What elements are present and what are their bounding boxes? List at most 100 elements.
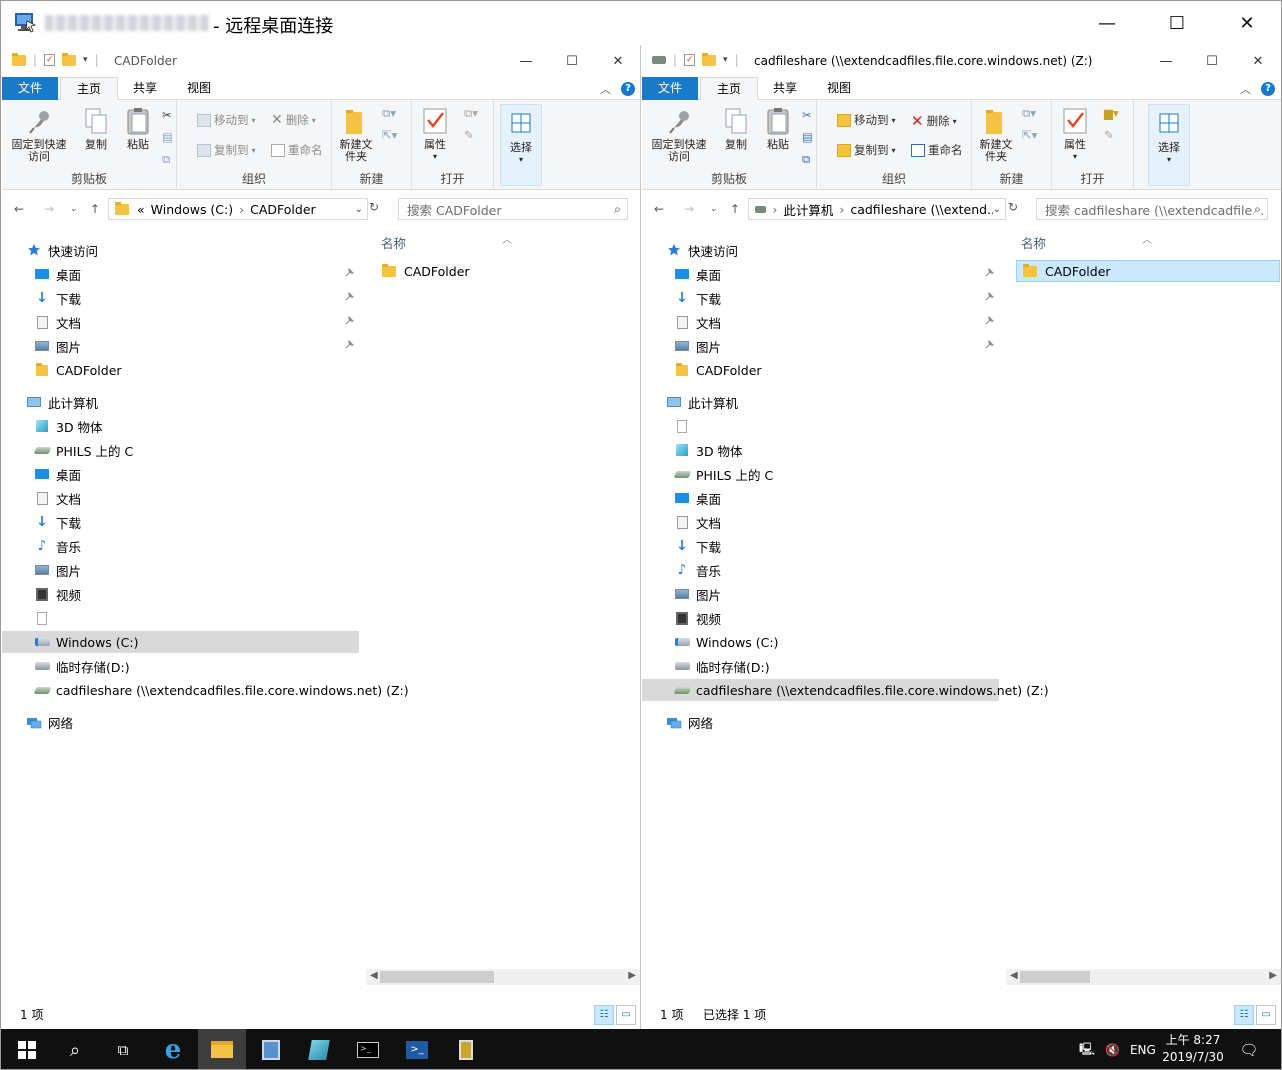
search-input[interactable]: 搜索 CADFolder ⌕	[398, 198, 628, 220]
easy-access-icon[interactable]: ⇱▾	[1022, 128, 1037, 142]
nav-item[interactable]: CADFolder	[2, 359, 359, 381]
breadcrumb-segment[interactable]: cadfileshare (\\extend...	[850, 202, 999, 217]
select-button[interactable]: 选择 ▾	[1148, 104, 1190, 186]
tab-share[interactable]: 共享	[120, 77, 170, 100]
column-header-name[interactable]: 名称 ︿	[1006, 232, 1281, 256]
help-icon[interactable]: ?	[1261, 82, 1275, 96]
large-icons-view-icon[interactable]: ▭	[616, 1005, 636, 1025]
edit-icon[interactable]: ✎	[1104, 128, 1114, 142]
properties-qa-icon[interactable]: ✓	[684, 54, 696, 66]
up-button[interactable]: ↑	[90, 202, 100, 216]
horizontal-scrollbar[interactable]: ◀ ▶	[1006, 969, 1281, 985]
open-icon[interactable]: ⧉▾	[464, 106, 478, 121]
nav-item[interactable]: ↓ 下载	[2, 287, 359, 309]
paste-button[interactable]: 粘贴	[758, 106, 798, 151]
nav-item[interactable]: Windows (C:)	[2, 631, 359, 653]
rdp-maximize-button[interactable]: ☐	[1142, 1, 1212, 45]
nav-item[interactable]: 桌面	[2, 263, 359, 285]
scroll-right-icon[interactable]: ▶	[628, 970, 636, 981]
new-folder-button[interactable]: 新建文件夹	[336, 106, 376, 163]
tab-view[interactable]: 视图	[814, 77, 864, 100]
breadcrumb-segment[interactable]: 此计算机	[783, 200, 833, 219]
nav-item[interactable]: 3D 物体	[2, 415, 359, 437]
cut-icon[interactable]: ✂	[802, 108, 812, 122]
help-icon[interactable]: ?	[621, 82, 635, 96]
copy-button[interactable]: 复制	[76, 106, 116, 151]
delete-button[interactable]: ✕ 删除 ▾	[271, 112, 316, 128]
new-item-icon[interactable]: ⧉▾	[382, 106, 396, 121]
nav-item[interactable]: ↓ 下载	[2, 511, 359, 533]
qa-dropdown-icon[interactable]: ▾	[723, 55, 728, 65]
nav-item[interactable]: 文档	[642, 511, 999, 533]
horizontal-scrollbar[interactable]: ◀ ▶	[366, 969, 640, 985]
breadcrumb-segment[interactable]: Windows (C:)	[151, 202, 233, 217]
nav-item[interactable]: 网络	[642, 711, 999, 733]
nav-item[interactable]: Windows (C:)	[642, 631, 999, 653]
language-indicator[interactable]: ENG	[1130, 1043, 1156, 1057]
nav-item[interactable]: ♪ 音乐	[642, 559, 999, 581]
tab-home[interactable]: 主页	[700, 77, 758, 101]
pin-quick-access-button[interactable]: 固定到快速访问	[648, 106, 710, 163]
nav-item[interactable]: 文档	[642, 311, 999, 333]
address-dropdown-icon[interactable]: ⌄	[355, 204, 363, 215]
address-bar[interactable]: › 此计算机 › cadfileshare (\\extend... ⌄	[748, 198, 1006, 220]
scroll-thumb[interactable]	[380, 971, 494, 983]
search-icon[interactable]: ⌕	[51, 1029, 99, 1069]
nav-item[interactable]: 临时存储(D:)	[642, 655, 999, 677]
pin-icon[interactable]	[344, 267, 355, 281]
pin-icon[interactable]	[984, 291, 995, 305]
tab-file[interactable]: 文件	[642, 77, 698, 100]
recent-locations-button[interactable]: ⌄	[710, 204, 718, 214]
notepad-icon[interactable]	[295, 1029, 343, 1069]
new-folder-qa-icon[interactable]	[702, 52, 717, 66]
tab-file[interactable]: 文件	[2, 77, 58, 100]
clock[interactable]: 上午 8:27 2019/7/30	[1161, 1032, 1225, 1066]
edit-icon[interactable]: ✎	[464, 128, 474, 142]
nav-item[interactable]: 快速访问	[2, 239, 359, 261]
large-icons-view-icon[interactable]: ▭	[1256, 1005, 1276, 1025]
up-button[interactable]: ↑	[730, 202, 740, 216]
rdp-minimize-button[interactable]: —	[1072, 1, 1142, 45]
nav-item[interactable]: PHILS 上的 C	[642, 463, 999, 485]
nav-item[interactable]: 视频	[2, 583, 359, 605]
copy-path-icon[interactable]: ▤	[802, 130, 813, 144]
search-input[interactable]: 搜索 cadfileshare (\\extendcadfile... ⌕	[1036, 198, 1268, 220]
pin-icon[interactable]	[984, 315, 995, 329]
nav-item-unnamed[interactable]	[2, 607, 359, 629]
maximize-button[interactable]: ☐	[1200, 49, 1224, 73]
minimize-button[interactable]: —	[514, 49, 538, 73]
file-explorer-icon[interactable]	[198, 1029, 246, 1069]
new-item-icon[interactable]: ⧉▾	[1022, 106, 1036, 121]
maximize-button[interactable]: ☐	[560, 49, 584, 73]
scroll-right-icon[interactable]: ▶	[1269, 970, 1277, 981]
easy-access-icon[interactable]: ⇱▾	[382, 128, 397, 142]
properties-button[interactable]: 属性 ▾	[1058, 106, 1092, 163]
task-view-icon[interactable]: ⧉	[99, 1029, 147, 1069]
notification-icon[interactable]: 🗨	[1225, 1029, 1273, 1069]
nav-item[interactable]: 3D 物体	[642, 439, 999, 461]
pin-icon[interactable]	[344, 315, 355, 329]
nav-item[interactable]: 文档	[2, 311, 359, 333]
powershell-icon[interactable]: >_	[393, 1029, 441, 1069]
copy-button[interactable]: 复制	[716, 106, 756, 151]
cut-icon[interactable]: ✂	[162, 108, 172, 122]
back-button[interactable]: ←	[654, 202, 664, 216]
move-to-button[interactable]: 移动到 ▾	[197, 112, 256, 128]
collapse-ribbon-icon[interactable]: ︿	[1240, 81, 1251, 97]
collapse-ribbon-icon[interactable]: ︿	[600, 81, 611, 97]
new-folder-button[interactable]: 新建文件夹	[976, 106, 1016, 163]
command-prompt-icon[interactable]: >_	[344, 1029, 392, 1069]
breadcrumb-segment[interactable]: CADFolder	[250, 202, 316, 217]
nav-item[interactable]: 桌面	[642, 263, 999, 285]
internet-explorer-icon[interactable]: e	[149, 1029, 197, 1069]
nav-item[interactable]: ↓ 下载	[642, 535, 999, 557]
rdp-close-button[interactable]: ✕	[1212, 1, 1281, 45]
forward-button[interactable]: →	[684, 202, 694, 216]
copy-path-icon[interactable]: ▤	[162, 130, 173, 144]
pin-icon[interactable]	[984, 339, 995, 353]
rename-button[interactable]: 重命名	[911, 142, 963, 158]
nav-item[interactable]: ♪ 音乐	[2, 535, 359, 557]
nav-item[interactable]: cadfileshare (\\extendcadfiles.file.core…	[2, 679, 409, 701]
properties-qa-icon[interactable]: ✓	[44, 54, 56, 66]
nav-item[interactable]: CADFolder	[642, 359, 999, 381]
